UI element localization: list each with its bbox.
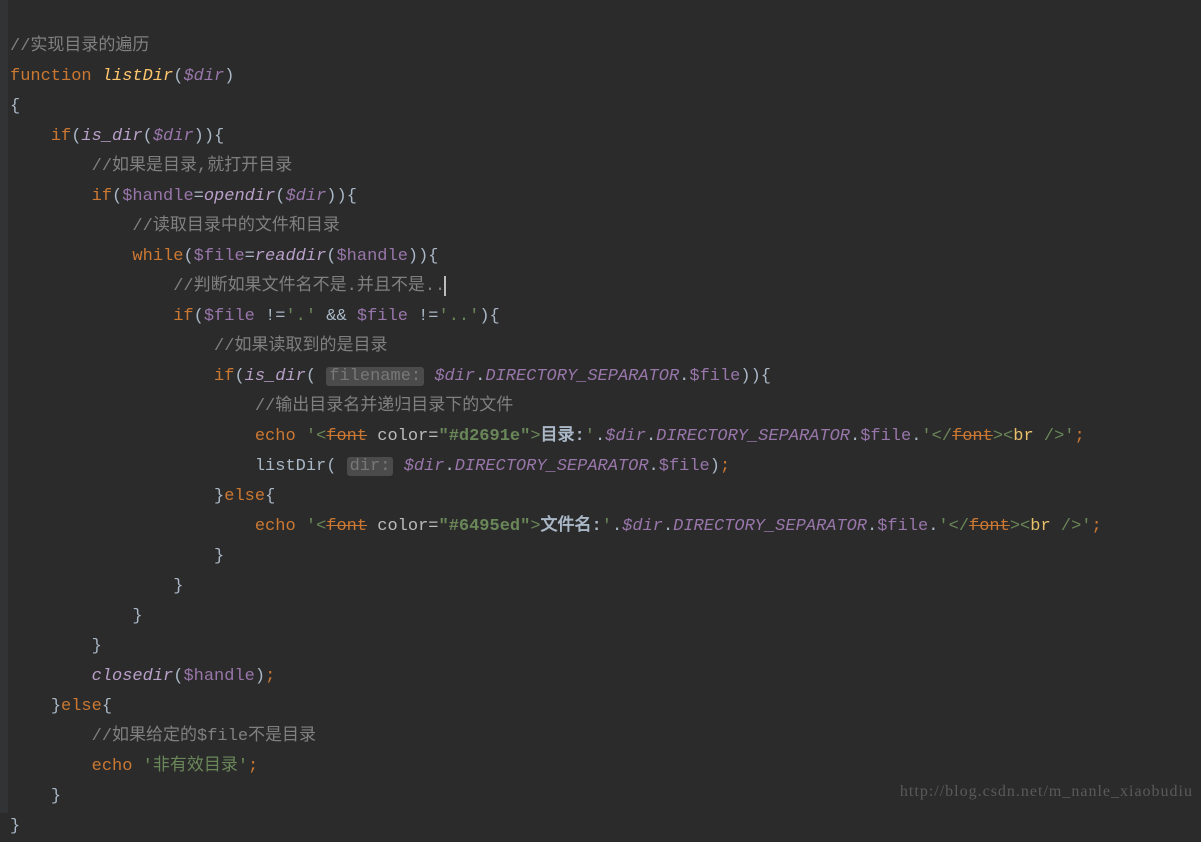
var-handle: $handle <box>336 247 407 266</box>
param-hint: dir: <box>347 457 394 476</box>
var-file: $file <box>689 367 740 386</box>
kw-function: function <box>10 67 92 86</box>
tag-br: br <box>1013 427 1033 446</box>
str-dot: '.' <box>285 307 316 326</box>
label-dir: 目录: <box>541 427 585 446</box>
kw-echo: echo <box>255 517 296 536</box>
comment: //输出目录名并递归目录下的文件 <box>255 397 513 416</box>
comment: //如果给定的$file不是目录 <box>92 727 316 746</box>
var-file: $file <box>860 427 911 446</box>
var-dir: $dir <box>622 517 663 536</box>
var-file: $file <box>357 307 408 326</box>
var-file: $file <box>204 307 255 326</box>
kw-else: else <box>224 487 265 506</box>
tag-font: font <box>326 427 367 446</box>
var-dir: $dir <box>404 457 445 476</box>
fn-readdir: readdir <box>255 247 326 266</box>
comment: //判断如果文件名不是.并且不是.. <box>173 277 445 296</box>
tag-br: br <box>1030 517 1050 536</box>
var-handle: $handle <box>183 667 254 686</box>
op-and: && <box>326 307 346 326</box>
comment: //读取目录中的文件和目录 <box>132 217 339 236</box>
const-sep: DIRECTORY_SEPARATOR <box>485 367 679 386</box>
var-dir: $dir <box>285 187 326 206</box>
var-file: $file <box>659 457 710 476</box>
watermark: http://blog.csdn.net/m_nanle_xiaobudiu <box>900 777 1193 807</box>
fn-isdir: is_dir <box>245 367 306 386</box>
const-sep: DIRECTORY_SEPARATOR <box>656 427 850 446</box>
kw-if: if <box>173 307 193 326</box>
tag-font: font <box>969 517 1010 536</box>
tag-font: font <box>952 427 993 446</box>
str-dotdot: '..' <box>439 307 480 326</box>
func-name: listDir <box>102 67 173 86</box>
var-dir: $dir <box>153 127 194 146</box>
kw-while: while <box>132 247 183 266</box>
var-dir: $dir <box>605 427 646 446</box>
str-invalid: '非有效目录' <box>143 757 248 776</box>
tag-font: font <box>326 517 367 536</box>
comment: //实现目录的遍历 <box>10 37 149 56</box>
label-file: 文件名: <box>541 517 602 536</box>
comment: //如果是目录,就打开目录 <box>92 157 293 176</box>
fn-isdir: is_dir <box>81 127 142 146</box>
const-sep: DIRECTORY_SEPARATOR <box>673 517 867 536</box>
param-hint: filename: <box>326 367 424 386</box>
fn-listdir: listDir <box>255 457 326 476</box>
var-handle: $handle <box>122 187 193 206</box>
kw-else: else <box>61 697 102 716</box>
kw-if: if <box>92 187 112 206</box>
comment: //如果读取到的是目录 <box>214 337 387 356</box>
var-dir: $dir <box>434 367 475 386</box>
kw-if: if <box>51 127 71 146</box>
param: $dir <box>183 67 224 86</box>
var-file: $file <box>194 247 245 266</box>
text-cursor <box>444 276 446 296</box>
const-sep: DIRECTORY_SEPARATOR <box>455 457 649 476</box>
fn-opendir: opendir <box>204 187 275 206</box>
kw-echo: echo <box>92 757 133 776</box>
fn-closedir: closedir <box>92 667 174 686</box>
kw-echo: echo <box>255 427 296 446</box>
color-val: "#d2691e" <box>439 427 531 446</box>
kw-if: if <box>214 367 234 386</box>
color-val: "#6495ed" <box>439 517 531 536</box>
var-file: $file <box>877 517 928 536</box>
code-editor[interactable]: //实现目录的遍历 function listDir($dir) { if(is… <box>0 0 1201 842</box>
gutter <box>0 0 8 813</box>
